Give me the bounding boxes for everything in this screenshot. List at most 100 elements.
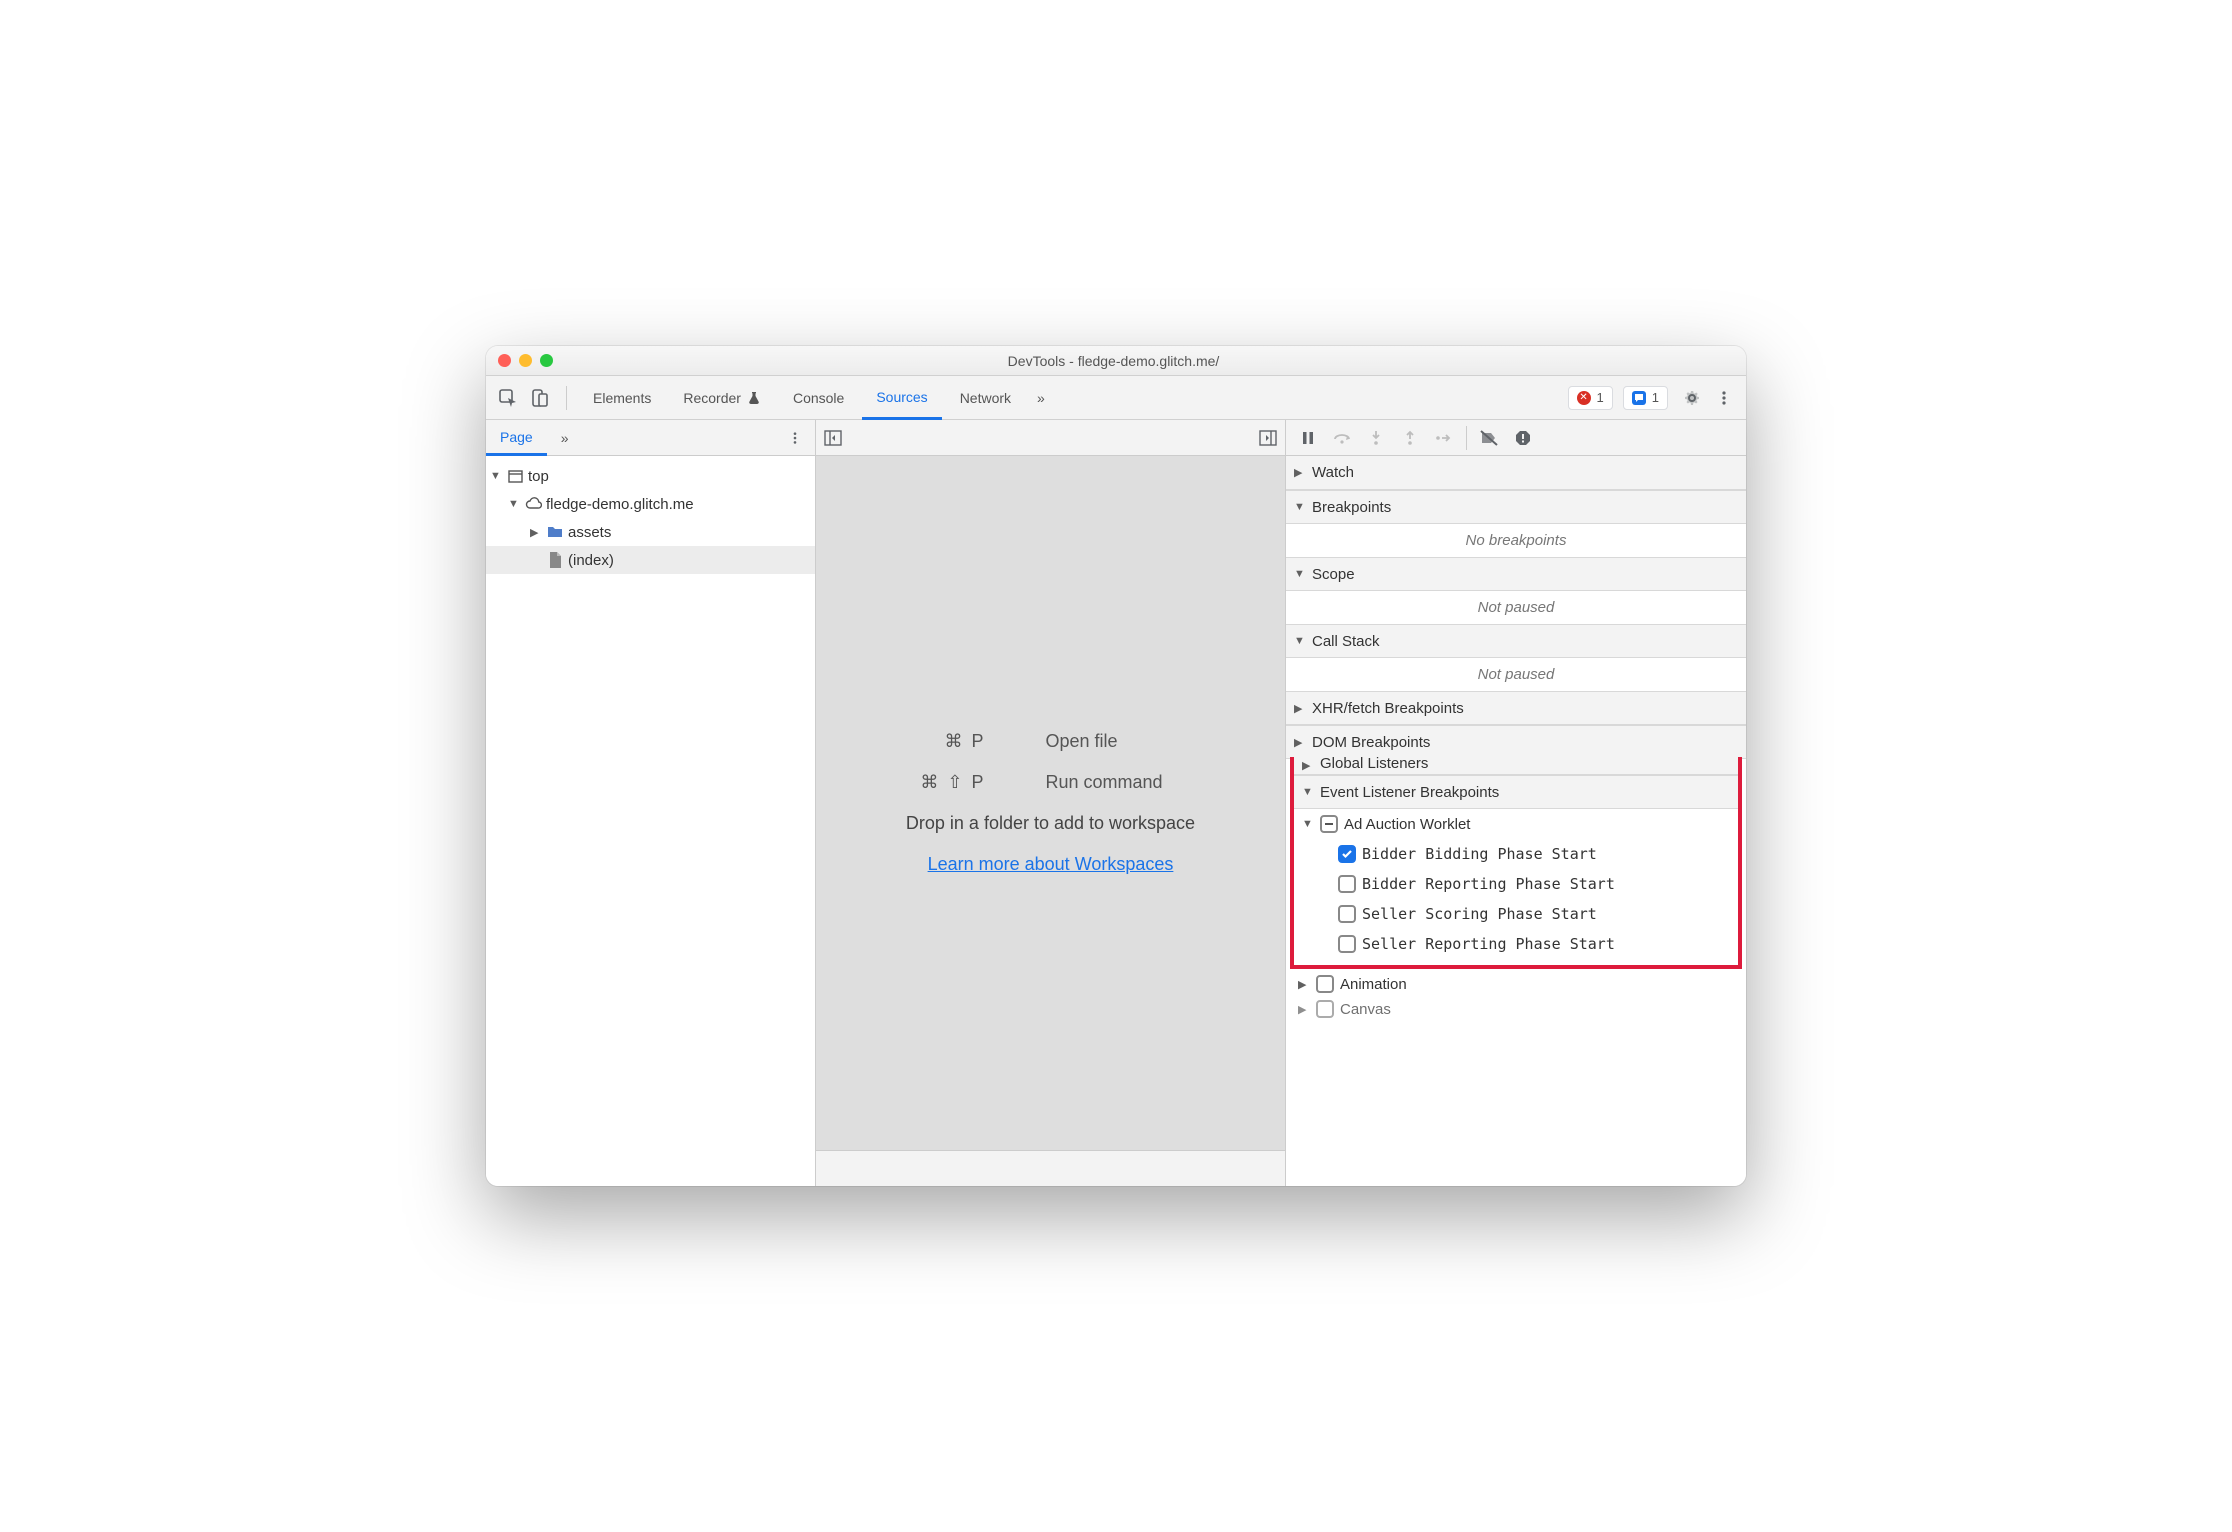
error-icon: ✕ [1577, 391, 1591, 405]
chevron-down-icon: ▼ [1294, 501, 1306, 513]
chevron-right-icon: ▶ [1302, 759, 1314, 772]
section-callstack[interactable]: ▼ Call Stack [1286, 624, 1746, 658]
tree-origin[interactable]: ▼ fledge-demo.glitch.me [486, 490, 815, 518]
tab-network[interactable]: Network [946, 376, 1025, 420]
section-global-listeners[interactable]: ▶ Global Listeners [1294, 755, 1738, 775]
editor-placeholder: ⌘ P Open file ⌘ ⇧ P Run command Drop in … [816, 456, 1285, 1150]
debugger-panel: ▶ Watch ▼ Breakpoints No breakpoints ▼ S… [1286, 456, 1746, 1186]
sources-subbar: Page » [486, 420, 1746, 456]
step-over-button[interactable] [1326, 424, 1358, 452]
checkbox-indeterminate[interactable] [1320, 815, 1338, 833]
chevron-right-double-icon: » [1037, 390, 1045, 406]
event-seller-reporting[interactable]: Seller Reporting Phase Start [1294, 929, 1738, 959]
inspect-element-icon[interactable] [494, 384, 522, 412]
run-command-shortcut: ⌘ ⇧ P [876, 772, 986, 793]
step-out-button[interactable] [1394, 424, 1426, 452]
folder-icon [546, 523, 564, 541]
checkbox-unchecked[interactable] [1338, 875, 1356, 893]
issue-icon [1632, 391, 1646, 405]
editor-footer [816, 1150, 1285, 1186]
chevron-right-icon: ▶ [530, 526, 542, 539]
settings-button[interactable] [1678, 388, 1706, 408]
errors-badge[interactable]: ✕ 1 [1568, 386, 1613, 410]
editor-panel: ⌘ P Open file ⌘ ⇧ P Run command Drop in … [816, 456, 1286, 1186]
deactivate-breakpoints-button[interactable] [1473, 424, 1505, 452]
main-toolbar: Elements Recorder Console Sources Networ… [486, 376, 1746, 420]
chevron-down-icon: ▼ [508, 498, 520, 510]
event-seller-scoring[interactable]: Seller Scoring Phase Start [1294, 899, 1738, 929]
event-category-canvas[interactable]: ▶ Canvas [1286, 999, 1746, 1019]
chevron-down-icon: ▼ [490, 470, 502, 482]
run-command-label: Run command [1046, 772, 1226, 793]
step-into-button[interactable] [1360, 424, 1392, 452]
step-button[interactable] [1428, 424, 1460, 452]
issues-badge[interactable]: 1 [1623, 386, 1668, 410]
tab-sources[interactable]: Sources [862, 376, 941, 420]
section-breakpoints[interactable]: ▼ Breakpoints [1286, 490, 1746, 524]
section-event-listener-breakpoints[interactable]: ▼ Event Listener Breakpoints [1294, 775, 1738, 809]
tab-elements[interactable]: Elements [579, 376, 665, 420]
separator [566, 386, 567, 410]
event-category-animation[interactable]: ▶ Animation [1286, 969, 1746, 999]
navigator-tabs: Page » [486, 420, 816, 455]
window-title: DevTools - fledge-demo.glitch.me/ [553, 353, 1674, 369]
tab-console[interactable]: Console [779, 376, 858, 420]
checkbox-checked[interactable] [1338, 845, 1356, 863]
more-subtabs[interactable]: » [547, 420, 583, 456]
open-file-shortcut: ⌘ P [876, 731, 986, 752]
section-scope[interactable]: ▼ Scope [1286, 557, 1746, 591]
separator [1466, 426, 1467, 450]
section-xhr-breakpoints[interactable]: ▶ XHR/fetch Breakpoints [1286, 691, 1746, 725]
toggle-debugger-icon[interactable] [1259, 429, 1277, 447]
chevron-right-icon: ▶ [1294, 702, 1306, 715]
tree-index-file[interactable]: (index) [486, 546, 815, 574]
breakpoints-empty: No breakpoints [1286, 524, 1746, 557]
editor-tabs-bar [816, 420, 1286, 455]
subtab-page[interactable]: Page [486, 420, 547, 456]
titlebar: DevTools - fledge-demo.glitch.me/ [486, 346, 1746, 376]
workspaces-link[interactable]: Learn more about Workspaces [928, 854, 1174, 875]
minimize-window-button[interactable] [519, 354, 532, 367]
file-navigator: ▼ top ▼ fledge-demo.glitch.me ▶ [486, 456, 816, 1186]
tab-recorder[interactable]: Recorder [669, 376, 775, 420]
more-options-button[interactable] [1710, 390, 1738, 406]
pause-button[interactable] [1292, 424, 1324, 452]
window-controls [498, 354, 553, 367]
navigator-options[interactable] [781, 431, 809, 445]
chevron-right-icon: ▶ [1298, 1003, 1310, 1016]
chevron-right-icon: ▶ [1294, 736, 1306, 749]
more-tabs[interactable]: » [1029, 376, 1053, 420]
section-watch[interactable]: ▶ Watch [1286, 456, 1746, 490]
devtools-window: DevTools - fledge-demo.glitch.me/ Elemen… [486, 346, 1746, 1186]
cloud-icon [524, 495, 542, 513]
open-file-label: Open file [1046, 731, 1226, 752]
checkbox-unchecked[interactable] [1316, 975, 1334, 993]
toggle-navigator-icon[interactable] [824, 429, 842, 447]
chevron-down-icon: ▼ [1294, 568, 1306, 580]
chevron-down-icon: ▼ [1302, 786, 1314, 798]
maximize-window-button[interactable] [540, 354, 553, 367]
close-window-button[interactable] [498, 354, 511, 367]
event-category-ad-auction[interactable]: ▼ Ad Auction Worklet [1294, 809, 1738, 839]
debugger-toolbar [1286, 420, 1746, 455]
flask-icon [747, 391, 761, 405]
chevron-right-icon: ▶ [1298, 978, 1310, 991]
highlight-annotation: ▶ Global Listeners ▼ Event Listener Brea… [1290, 757, 1742, 969]
event-bidder-bidding[interactable]: Bidder Bidding Phase Start [1294, 839, 1738, 869]
sources-main: ▼ top ▼ fledge-demo.glitch.me ▶ [486, 456, 1746, 1186]
pause-on-exceptions-button[interactable] [1507, 424, 1539, 452]
tree-top-frame[interactable]: ▼ top [486, 462, 815, 490]
checkbox-unchecked[interactable] [1338, 905, 1356, 923]
chevron-down-icon: ▼ [1302, 818, 1314, 830]
device-toolbar-icon[interactable] [526, 384, 554, 412]
callstack-empty: Not paused [1286, 658, 1746, 691]
tree-assets-folder[interactable]: ▶ assets [486, 518, 815, 546]
document-icon [546, 551, 564, 569]
frame-icon [506, 467, 524, 485]
drop-hint: Drop in a folder to add to workspace [906, 813, 1195, 834]
checkbox-unchecked[interactable] [1338, 935, 1356, 953]
checkbox-unchecked[interactable] [1316, 1000, 1334, 1018]
chevron-right-icon: ▶ [1294, 466, 1306, 479]
section-dom-breakpoints[interactable]: ▶ DOM Breakpoints [1286, 725, 1746, 759]
event-bidder-reporting[interactable]: Bidder Reporting Phase Start [1294, 869, 1738, 899]
